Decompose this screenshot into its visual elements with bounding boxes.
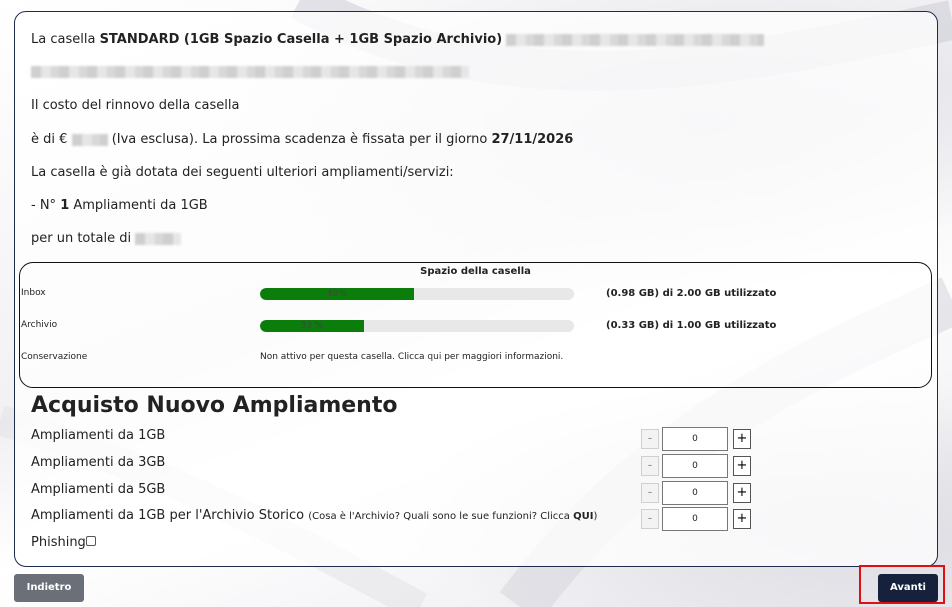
decrement-3gb-button[interactable]: -	[641, 456, 659, 476]
row-label-3gb: Ampliamenti da 3GB	[31, 455, 166, 470]
conservation-text-prefix: Non attivo per questa casella. Clicca	[260, 352, 428, 362]
inbox-progress-fill: 49%	[260, 288, 414, 300]
row-label-archive-1gb-text: Ampliamenti da 1GB per l'Archivio Storic…	[31, 508, 305, 523]
archive-help-suffix: )	[593, 511, 598, 522]
inbox-label: Inbox	[21, 288, 46, 298]
archive-help-link[interactable]: QUI	[573, 511, 593, 522]
total-line: per un totale di	[31, 231, 182, 246]
redacted-text	[31, 65, 469, 78]
increment-3gb-button[interactable]: +	[733, 456, 751, 476]
mailbox-type-name: STANDARD (1GB Spazio Casella + 1GB Spazi…	[99, 32, 503, 47]
next-button[interactable]: Avanti	[878, 574, 938, 602]
extra-suffix: Ampliamenti da 1GB	[69, 198, 208, 213]
archive-progress-bar: 33 %	[260, 320, 574, 332]
renew-text: Il costo del rinnovo della casella	[31, 98, 240, 113]
extras-text: La casella è già dotata dei seguenti ult…	[31, 165, 454, 180]
mailbox-type-prefix: La casella	[31, 32, 100, 47]
archive-label: Archivio	[21, 320, 58, 330]
expiry-date: 27/11/2026	[491, 132, 574, 147]
row-label-1gb: Ampliamenti da 1GB	[31, 428, 166, 443]
quantity-1gb-input[interactable]: 0	[662, 427, 728, 451]
inbox-usage: (0.98 GB) di 2.00 GB utilizzato	[606, 288, 777, 299]
extra-prefix: - N°	[31, 198, 61, 213]
redacted-total	[135, 232, 182, 245]
back-button[interactable]: Indietro	[14, 574, 84, 602]
archive-usage: (0.33 GB) di 1.00 GB utilizzato	[606, 320, 777, 331]
conservation-text: Non attivo per questa casella. Clicca qu…	[260, 352, 563, 362]
decrement-1gb-button[interactable]: -	[641, 429, 659, 449]
conservation-text-suffix: per maggiori informazioni.	[441, 352, 564, 362]
conservation-info-link[interactable]: qui	[427, 352, 441, 362]
redacted-address	[506, 33, 765, 46]
phishing-label: Phishing	[31, 535, 86, 550]
redacted-line	[31, 64, 469, 79]
quantity-archive-1gb-input[interactable]: 0	[662, 507, 728, 531]
price-prefix: è di €	[31, 132, 68, 147]
space-panel-title: Spazio della casella	[420, 266, 531, 277]
price-suffix: (Iva esclusa). La prossima scadenza è fi…	[111, 132, 492, 147]
redacted-price	[71, 133, 108, 146]
quantity-3gb-input[interactable]: 0	[662, 454, 728, 478]
extra-count: 1	[60, 198, 70, 213]
row-label-5gb: Ampliamenti da 5GB	[31, 482, 166, 497]
decrement-5gb-button[interactable]: -	[641, 483, 659, 503]
extra-line: - N° 1 Ampliamenti da 1GB	[31, 198, 208, 213]
space-panel: Spazio della casella Inbox 49% (0.98 GB)…	[19, 262, 932, 388]
phishing-checkbox[interactable]	[86, 536, 96, 546]
increment-1gb-button[interactable]: +	[733, 429, 751, 449]
row-label-archive-1gb: Ampliamenti da 1GB per l'Archivio Storic…	[31, 508, 597, 523]
archive-help-prefix: (Cosa è l'Archivio? Quali sono le sue fu…	[308, 511, 574, 522]
increment-archive-1gb-button[interactable]: +	[733, 509, 751, 529]
quantity-5gb-input[interactable]: 0	[662, 481, 728, 505]
purchase-title: Acquisto Nuovo Ampliamento	[31, 393, 398, 418]
archive-help-note: (Cosa è l'Archivio? Quali sono le sue fu…	[308, 511, 597, 522]
price-line: è di € (Iva esclusa). La prossima scaden…	[31, 132, 573, 147]
total-text: per un totale di	[31, 231, 132, 246]
archive-progress-fill: 33 %	[260, 320, 364, 332]
decrement-archive-1gb-button[interactable]: -	[641, 509, 659, 529]
inbox-progress-bar: 49%	[260, 288, 574, 300]
mailbox-type-line: La casella STANDARD (1GB Spazio Casella …	[31, 32, 765, 47]
increment-5gb-button[interactable]: +	[733, 483, 751, 503]
conservation-label: Conservazione	[21, 352, 88, 362]
